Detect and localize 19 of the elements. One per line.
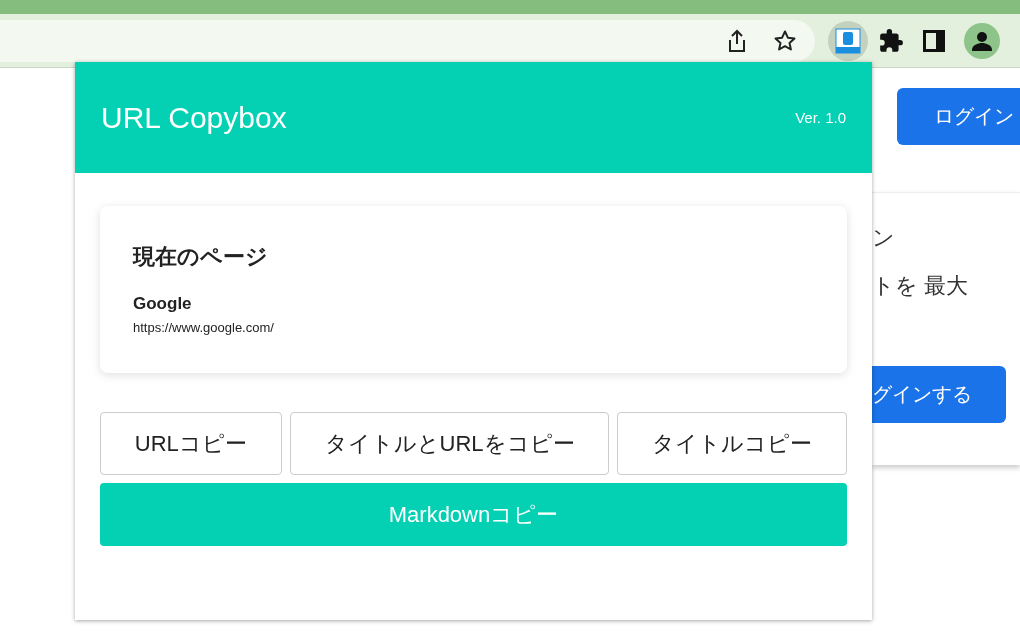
page-title: Google (133, 294, 193, 314)
puzzle-piece-icon[interactable] (878, 27, 904, 54)
copy-button[interactable]: タイトルコピー (617, 412, 847, 475)
copy-button[interactable]: URLコピー (100, 412, 282, 475)
card-heading: 現在のページ (133, 243, 269, 271)
card-text: トを 最大 (872, 272, 970, 300)
card-text: ン (872, 224, 896, 252)
profile-avatar-icon[interactable] (964, 22, 1000, 59)
page-url: https://www.google.com/ (133, 320, 275, 335)
bookmark-star-icon[interactable] (773, 28, 797, 53)
side-panel-icon[interactable] (923, 29, 945, 52)
version-label: Ver. 1.0 (795, 109, 846, 126)
extension-button[interactable] (828, 20, 868, 61)
extension-logo-icon (835, 27, 861, 54)
login-button[interactable]: グインする (872, 366, 1006, 423)
share-icon[interactable] (727, 28, 747, 53)
popup-title: URL Copybox (101, 100, 287, 135)
login-button[interactable]: ログイン (897, 88, 1020, 145)
copy-button[interactable]: タイトルとURLをコピー (289, 412, 610, 475)
